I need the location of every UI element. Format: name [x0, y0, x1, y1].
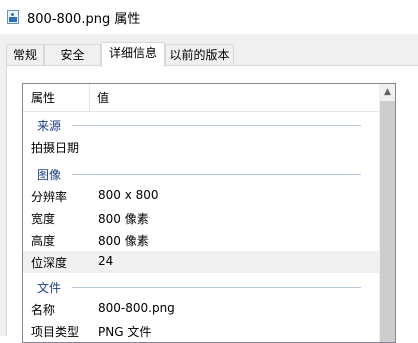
details-panel: 属性 值 来源 拍摄日期 图像 分辨率 800 x 800 宽度 800 像素 … — [6, 65, 418, 343]
property-name: 高度 — [31, 234, 56, 248]
property-name: 分辨率 — [31, 190, 68, 204]
group-title: 图像 — [37, 168, 62, 182]
tab-strip: 常规 安全 详细信息 以前的版本 — [0, 42, 418, 67]
row-resolution[interactable]: 分辨率 800 x 800 — [23, 185, 379, 207]
row-height[interactable]: 高度 800 像素 — [23, 229, 379, 251]
scroll-thumb[interactable] — [380, 101, 395, 342]
column-divider[interactable] — [89, 84, 90, 111]
row-width[interactable]: 宽度 800 像素 — [23, 207, 379, 229]
row-date-taken[interactable]: 拍摄日期 — [23, 136, 379, 158]
tab-details[interactable]: 详细信息 — [101, 42, 165, 67]
property-name: 宽度 — [31, 212, 56, 226]
scroll-up-arrow-icon[interactable]: ▲ — [379, 84, 395, 101]
details-list[interactable]: 属性 值 来源 拍摄日期 图像 分辨率 800 x 800 宽度 800 像素 … — [22, 83, 396, 343]
row-item-type[interactable]: 项目类型 PNG 文件 — [23, 320, 379, 342]
properties-dialog: 常规 安全 详细信息 以前的版本 属性 值 来源 拍摄日期 图像 分辨率 800… — [0, 34, 418, 343]
tab-previous-versions[interactable]: 以前的版本 — [165, 44, 234, 66]
group-title: 来源 — [37, 119, 62, 133]
property-name: 项目类型 — [31, 325, 80, 339]
property-value: 800 像素 — [98, 234, 149, 248]
group-divider — [72, 174, 361, 175]
group-divider — [72, 287, 361, 288]
column-header-property[interactable]: 属性 — [31, 89, 55, 106]
group-file: 文件 — [23, 276, 379, 298]
vertical-scrollbar[interactable]: ▲ — [379, 84, 395, 342]
group-title: 文件 — [37, 281, 62, 295]
row-name[interactable]: 名称 800-800.png — [23, 298, 379, 320]
property-name: 拍摄日期 — [31, 141, 80, 155]
property-name: 名称 — [31, 303, 56, 317]
group-source: 来源 — [23, 114, 379, 136]
property-value: 800-800.png — [98, 301, 175, 315]
column-header-value[interactable]: 值 — [97, 89, 109, 106]
property-name: 位深度 — [31, 256, 68, 270]
tab-security[interactable]: 安全 — [44, 44, 101, 66]
window-title: 800-800.png 属性 — [27, 12, 141, 27]
tab-general[interactable]: 常规 — [6, 44, 44, 66]
property-value: 24 — [98, 254, 114, 268]
png-image-icon — [7, 10, 19, 24]
property-value: 800 x 800 — [98, 188, 159, 202]
list-header: 属性 值 — [23, 84, 379, 112]
property-value: PNG 文件 — [98, 325, 152, 339]
title-bar: 800-800.png 属性 — [0, 0, 418, 34]
property-value: 800 像素 — [98, 212, 149, 226]
row-bit-depth[interactable]: 位深度 24 — [23, 251, 379, 273]
group-image: 图像 — [23, 163, 379, 185]
group-divider — [72, 125, 361, 126]
